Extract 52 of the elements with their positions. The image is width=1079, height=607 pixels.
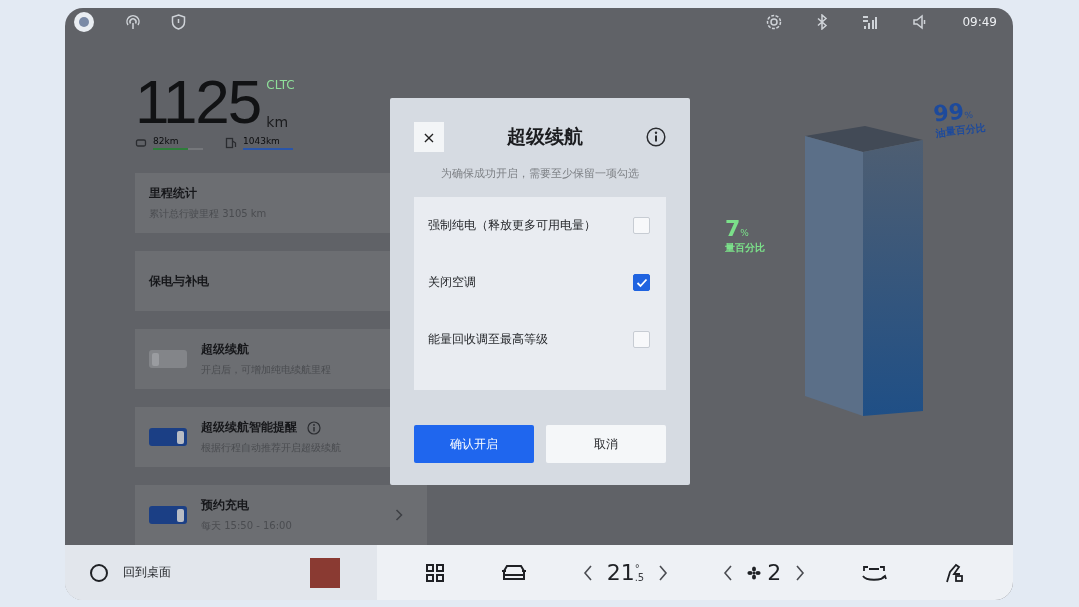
- chevron-left-icon[interactable]: [723, 564, 734, 581]
- option-label: 关闭空调: [428, 274, 476, 291]
- battery-percent-value: 7: [725, 216, 741, 241]
- home-label[interactable]: 回到桌面: [123, 564, 171, 581]
- temperature-value: 21: [606, 560, 635, 585]
- card-title: 预约充电: [201, 497, 249, 514]
- option-label: 能量回收调至最高等级: [428, 331, 548, 348]
- app-grid-icon[interactable]: [424, 562, 445, 583]
- car-icon[interactable]: [499, 562, 528, 583]
- home-circle-icon[interactable]: [89, 562, 109, 583]
- temperature-decimal: .5: [634, 572, 645, 582]
- toggle-switch[interactable]: [149, 506, 187, 524]
- card-title: 超级续航智能提醒: [201, 419, 297, 436]
- range-reading: 1043km: [243, 136, 281, 146]
- fan-icon: [747, 565, 762, 580]
- range-value: 1125: [135, 74, 261, 130]
- range-standard: CLTC: [266, 78, 295, 92]
- check-icon: [635, 277, 648, 288]
- range-reading: 82km: [153, 136, 180, 146]
- clock-time: 09:49: [962, 15, 997, 29]
- signal-icon: [862, 14, 879, 30]
- confirm-button[interactable]: 确认开启: [414, 425, 534, 463]
- option-label: 强制纯电（释放更多可用电量）: [428, 217, 596, 234]
- battery-percent-label: 量百分比: [725, 241, 765, 255]
- hotspot-icon: [125, 14, 141, 30]
- close-button[interactable]: ×: [414, 122, 444, 152]
- fuel-percent-label: 油量百分比: [934, 122, 986, 141]
- toggle-switch[interactable]: [149, 350, 187, 368]
- dialog-title: 超级续航: [507, 124, 583, 149]
- range-unit: km: [266, 114, 290, 130]
- cancel-button[interactable]: 取消: [546, 425, 666, 463]
- dialog-hint: 为确保成功开启，需要至少保留一项勾选: [440, 166, 640, 181]
- chevron-left-icon[interactable]: [582, 564, 593, 581]
- fan-speed-value: 2: [767, 560, 782, 585]
- chevron-right-icon[interactable]: [795, 564, 806, 581]
- checkbox[interactable]: [633, 274, 650, 291]
- info-icon[interactable]: [646, 127, 666, 147]
- target-icon: [766, 14, 783, 30]
- toggle-switch[interactable]: [149, 428, 187, 446]
- shield-icon: [171, 14, 186, 30]
- profile-icon[interactable]: [73, 11, 95, 33]
- fuel-percent-unit: %: [963, 109, 974, 121]
- temperature-degree: °: [634, 563, 640, 573]
- card-title: 超级续航: [201, 341, 249, 358]
- chevron-right-icon[interactable]: [658, 564, 669, 581]
- battery-percent-unit: %: [740, 228, 749, 238]
- card-title: 里程统计: [149, 185, 197, 202]
- fuel-pump-icon: [225, 137, 237, 149]
- album-art-placeholder[interactable]: [310, 557, 340, 588]
- bluetooth-icon: [816, 14, 829, 30]
- seat-icon[interactable]: [943, 561, 966, 584]
- card-title: 保电与补电: [149, 272, 209, 290]
